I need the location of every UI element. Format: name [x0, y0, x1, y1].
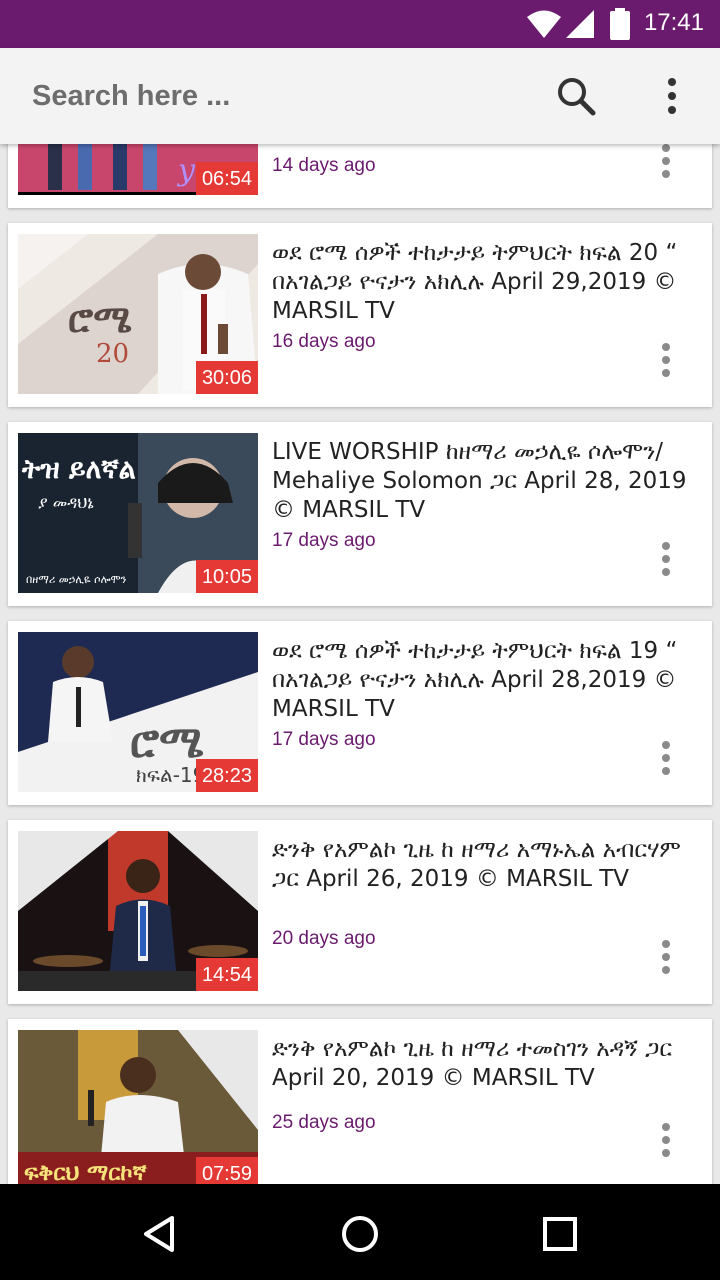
video-thumbnail[interactable]: y 06:54 [18, 144, 258, 195]
navigation-bar [0, 1184, 720, 1280]
video-card[interactable]: ሮሜ ክፍል-19 28:23 ወደ ሮሜ ሰዎች ተከታታይ ትምህርት ክፍ… [8, 621, 712, 805]
video-list[interactable]: y 06:54 14 days ago ሮሜ 20 30:06 ወደ ሮሜ ሰዎ… [0, 144, 720, 1184]
video-duration: 06:54 [195, 162, 258, 195]
thumb-caption: ሮሜ [130, 717, 204, 768]
video-thumbnail[interactable]: ሮሜ ክፍል-19 28:23 [18, 632, 258, 792]
video-thumbnail[interactable]: ትዝ ይለኛል ያ መዳህኔ በዘማሪ መኃሊዬ ሶሎሞን 10:05 [18, 433, 258, 593]
video-duration: 14:54 [195, 958, 258, 991]
video-age: 17 days ago [272, 530, 376, 551]
battery-icon [610, 8, 630, 40]
video-card[interactable]: ሮሜ 20 30:06 ወደ ሮሜ ሰዎች ተከታታይ ትምህርት ክፍል 20… [8, 223, 712, 407]
video-card[interactable]: y 06:54 14 days ago [8, 144, 712, 208]
video-more-icon[interactable] [656, 741, 676, 781]
video-duration: 07:59 [195, 1157, 258, 1184]
video-title[interactable]: ድንቅ የአምልኮ ጊዜ ከ ዘማሪ አማኑኤል አብርሃም ጋር April … [272, 836, 692, 894]
video-duration: 28:23 [195, 759, 258, 792]
video-card[interactable]: ፍቅርህ ማርኮኛ 07:59 ድንቅ የአምልኮ ጊዜ ከ ዘማሪ ተመስገን… [8, 1019, 712, 1184]
svg-text:y: y [176, 153, 196, 188]
video-title[interactable]: ድንቅ የአምልኮ ጊዜ ከ ዘማሪ ተመስገን አዳኝ ጋር April 20… [272, 1035, 692, 1093]
thumb-caption: ፍቅርህ ማርኮኛ [24, 1161, 148, 1184]
video-thumbnail[interactable]: ፍቅርህ ማርኮኛ 07:59 [18, 1030, 258, 1184]
search-icon[interactable] [552, 72, 600, 120]
recents-icon[interactable] [538, 1212, 582, 1256]
status-bar: 17:41 [0, 0, 720, 48]
video-more-icon[interactable] [656, 1123, 676, 1163]
video-age: 17 days ago [272, 729, 376, 750]
video-thumbnail[interactable]: 14:54 [18, 831, 258, 991]
thumb-caption: በዘማሪ መኃሊዬ ሶሎሞን [26, 573, 127, 586]
thumb-caption: ሮሜ [68, 297, 132, 341]
thumb-caption: ትዝ ይለኛል [21, 454, 136, 485]
search-bar [0, 48, 720, 144]
video-card[interactable]: 14:54 ድንቅ የአምልኮ ጊዜ ከ ዘማሪ አማኑኤል አብርሃም ጋር … [8, 820, 712, 1004]
video-age: 14 days ago [272, 155, 376, 176]
video-duration: 30:06 [195, 361, 258, 394]
video-more-icon[interactable] [656, 940, 676, 980]
video-thumbnail[interactable]: ሮሜ 20 30:06 [18, 234, 258, 394]
video-more-icon[interactable] [656, 144, 676, 184]
more-vert-icon[interactable] [648, 72, 696, 120]
video-card[interactable]: ትዝ ይለኛል ያ መዳህኔ በዘማሪ መኃሊዬ ሶሎሞን 10:05 LIVE… [8, 422, 712, 606]
wifi-icon [527, 10, 561, 38]
thumb-caption: ያ መዳህኔ [38, 493, 94, 512]
signal-icon [566, 10, 594, 38]
video-age: 25 days ago [272, 1112, 376, 1133]
home-icon[interactable] [338, 1212, 382, 1256]
video-title[interactable]: ወደ ሮሜ ሰዎች ተከታታይ ትምህርት ክፍል 19 “ በአገልጋይ ዮና… [272, 637, 692, 724]
video-age: 16 days ago [272, 331, 376, 352]
search-input[interactable] [32, 74, 512, 118]
video-more-icon[interactable] [656, 542, 676, 582]
video-title[interactable]: ወደ ሮሜ ሰዎች ተከታታይ ትምህርት ክፍል 20 “ በአገልጋይ ዮና… [272, 239, 692, 326]
thumb-caption: 20 [96, 339, 129, 369]
video-duration: 10:05 [195, 560, 258, 593]
video-age: 20 days ago [272, 928, 376, 949]
video-more-icon[interactable] [656, 343, 676, 383]
back-icon[interactable] [138, 1212, 182, 1256]
video-title[interactable]: LIVE WORSHIP ከዘማሪ መኃሊዬ ሶሎሞን/ Mehaliye So… [272, 438, 692, 525]
status-time: 17:41 [643, 9, 704, 36]
